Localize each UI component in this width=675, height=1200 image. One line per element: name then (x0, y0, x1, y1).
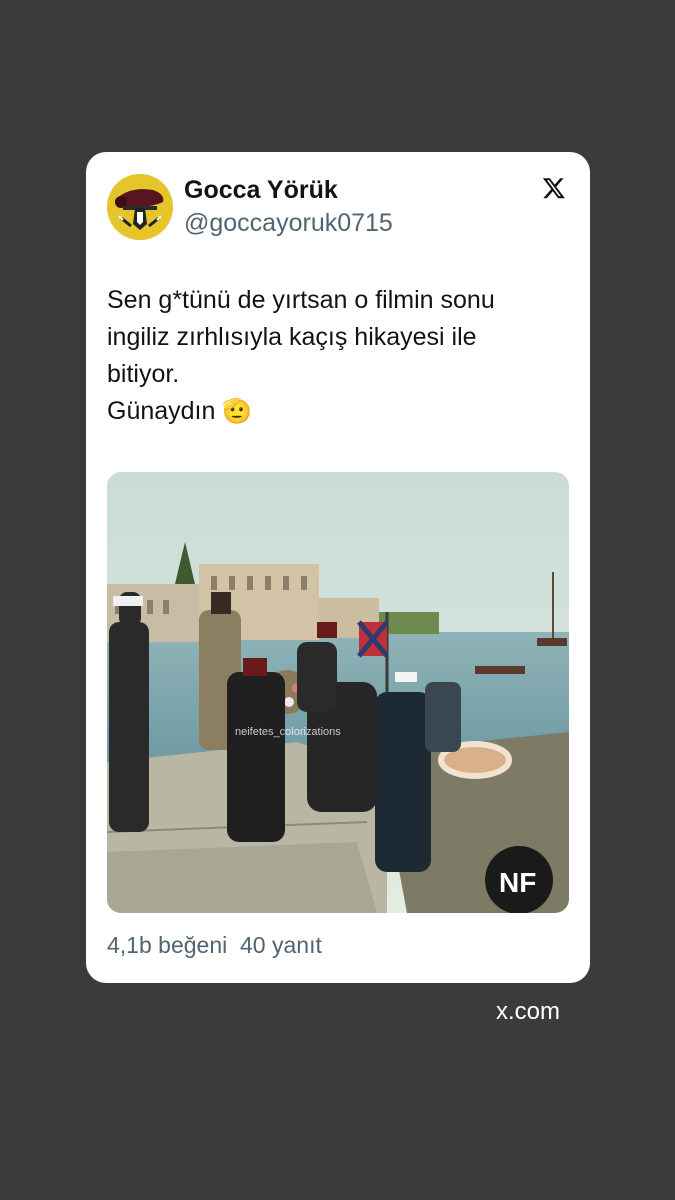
photo-watermark: neifetes_colorizations (235, 726, 341, 738)
tweet-line: Günaydın 🫡 (107, 393, 577, 430)
tweet-card[interactable]: Gocca Yörük @goccayoruk0715 Sen g*tünü d… (86, 152, 590, 983)
historical-photo: NF (107, 472, 569, 913)
nf-logo: NF (499, 867, 536, 898)
source-domain: x.com (496, 998, 561, 1025)
display-name[interactable]: Gocca Yörük (184, 176, 338, 205)
salute-emoji-icon: 🫡 (222, 398, 253, 425)
tweet-line: ingiliz zırhlısıyla kaçış hikayesi ile (107, 323, 477, 351)
tweet-line: bitiyor. (107, 360, 180, 388)
tweet-photo[interactable]: NF neifetes_colorizations (107, 472, 569, 913)
replies-count[interactable]: 40 yanıt (240, 932, 322, 958)
tweet-stats: 4,1b beğeni 40 yanıt (107, 932, 322, 959)
tweet-text: Sen g*tünü de yırtsan o filmin sonu ingi… (107, 282, 577, 430)
beret-emblem-icon (107, 174, 173, 240)
user-handle[interactable]: @goccayoruk0715 (184, 209, 393, 238)
tweet-line: Sen g*tünü de yırtsan o filmin sonu (107, 286, 495, 314)
greeting-text: Günaydın (107, 397, 216, 425)
x-logo-icon[interactable] (542, 176, 566, 200)
likes-count[interactable]: 4,1b beğeni (107, 932, 227, 958)
avatar[interactable] (107, 174, 173, 240)
